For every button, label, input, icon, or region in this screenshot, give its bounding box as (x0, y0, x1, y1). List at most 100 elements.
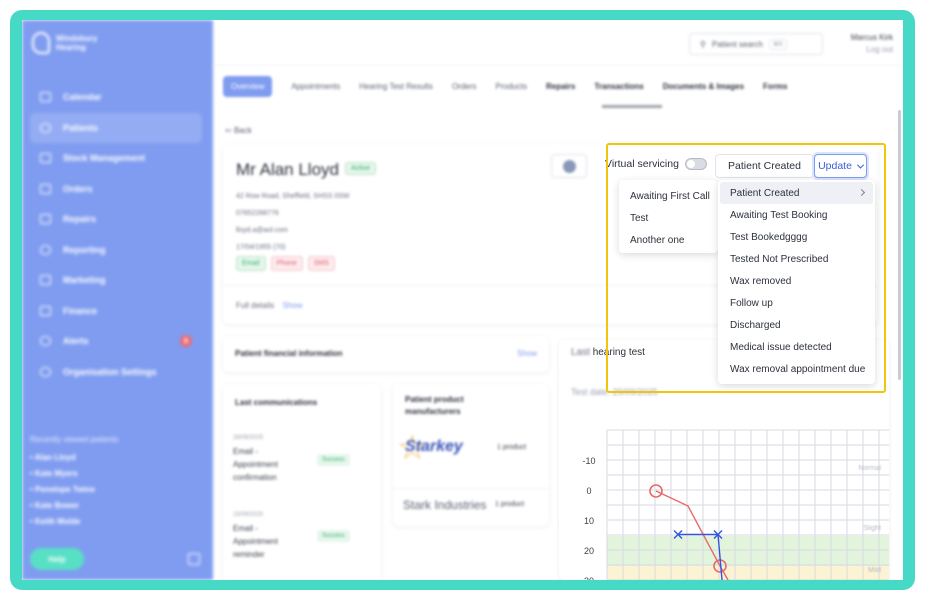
patient-tabs: Overview Appointments Hearing Test Resul… (223, 76, 788, 97)
sidebar-item-patients[interactable]: Patients (30, 112, 202, 143)
submenu-item[interactable]: Another one (619, 229, 718, 251)
sidebar-item-orders[interactable]: Orders (30, 174, 202, 205)
phone-preference-tag[interactable]: Phone (270, 256, 303, 271)
sidebar-item-alerts[interactable]: Alerts 6 (30, 326, 202, 357)
recent-patient-link[interactable]: • Penelope Twine (30, 482, 119, 498)
patient-dob: 17/04/1955 (70) (236, 244, 286, 251)
status-option[interactable]: Follow up (720, 292, 873, 314)
calendar-icon (40, 92, 51, 103)
update-status-button[interactable]: Update (814, 154, 867, 178)
back-label: Back (233, 126, 252, 135)
sidebar-item-finance[interactable]: Finance (30, 296, 202, 327)
status-option-label: Patient Created (730, 187, 800, 199)
chevron-down-icon (856, 161, 864, 169)
bell-icon (40, 336, 51, 347)
status-option[interactable]: Test Bookedgggg (720, 226, 873, 248)
y-tick-label: 10 (584, 516, 594, 526)
patient-status-badge: Active (345, 162, 377, 175)
tab-products[interactable]: Products (495, 82, 527, 91)
tab-transactions[interactable]: Transactions (594, 82, 643, 91)
y-tick-label: 30 (584, 576, 594, 580)
recent-patient-link[interactable]: • Kate Bower (30, 498, 119, 514)
submenu-item[interactable]: Awaiting First Call (619, 185, 718, 207)
back-link[interactable]: ⇦ Back (225, 126, 252, 135)
email-preference-tag[interactable]: Email (236, 256, 266, 271)
patient-name: Mr Alan Lloyd (236, 160, 339, 179)
band-label: Mild (868, 567, 881, 574)
sidebar-item-reporting[interactable]: Reporting (30, 235, 202, 266)
virtual-servicing-toggle[interactable] (684, 158, 707, 170)
communication-preferences: Email Phone SMS (236, 256, 335, 271)
brand-logo: Windsbury Hearing (32, 32, 97, 54)
page-scrollbar[interactable] (898, 110, 901, 380)
help-button[interactable]: Help (30, 548, 84, 570)
box-icon (40, 153, 51, 164)
tabs-scroll-indicator (602, 105, 662, 108)
communication-date: 28/09/2025 (233, 435, 264, 441)
sidebar-item-label: Orders (63, 183, 93, 194)
status-option[interactable]: Wax removal appointment due (720, 359, 873, 381)
full-details-show-link[interactable]: Show (282, 301, 302, 310)
recent-patient-link[interactable]: • Alan Lloyd (30, 450, 119, 466)
gear-icon (40, 366, 51, 377)
credit-card-icon (40, 305, 51, 316)
tab-forms[interactable]: Forms (763, 82, 787, 91)
wrench-icon (40, 214, 51, 225)
tab-overview[interactable]: Overview (223, 76, 273, 97)
brand-name-line1: Windsbury (56, 34, 98, 43)
app-window: Windsbury Hearing Calendar Patients Stoc… (22, 20, 903, 580)
manufacturer-product-count: 1 product (495, 501, 525, 508)
y-tick-label: -10 (582, 456, 595, 466)
device-sync-button[interactable] (551, 154, 587, 178)
y-tick-label: 0 (586, 486, 591, 496)
brand-name-line2: Hearing (56, 43, 86, 52)
product-manufacturers-card: Patient product manufacturers ☆ Starkey … (393, 384, 549, 526)
recent-patient-link[interactable]: • Keith Molde (30, 514, 119, 530)
submenu-item[interactable]: Test (619, 207, 718, 229)
sidebar-item-label: Reporting (63, 244, 106, 255)
recent-patient-link[interactable]: • Kate Myers (30, 466, 119, 482)
tab-documents-images[interactable]: Documents & Images (663, 82, 744, 91)
full-details-row: Full details Show (236, 301, 303, 310)
tab-appointments[interactable]: Appointments (291, 82, 340, 91)
sidebar-item-marketing[interactable]: Marketing (30, 265, 202, 296)
status-option[interactable]: Discharged (720, 315, 873, 337)
status-dropdown-menu: Patient Created Awaiting Test Booking Te… (718, 180, 875, 384)
sidebar-item-label: Marketing (63, 275, 106, 286)
patient-status-button[interactable]: Patient Created (715, 154, 814, 178)
patient-status-label: Patient Created (728, 160, 801, 172)
sidebar-item-label: Alerts (63, 336, 89, 347)
sidebar-item-label: Patients (63, 122, 99, 133)
status-option[interactable]: Tested Not Prescribed (720, 248, 873, 270)
user-name: Marcus Kirk (850, 33, 893, 42)
status-option[interactable]: Patient Created (720, 182, 873, 205)
financial-show-link[interactable]: Show (517, 349, 537, 358)
communication-text: Email - Appointment reminder (233, 524, 278, 559)
tab-repairs[interactable]: Repairs (546, 82, 575, 91)
status-submenu: Awaiting First Call Test Another one (619, 180, 718, 253)
user-menu[interactable]: Marcus Kirk Log out (851, 32, 893, 56)
band-label: Normal (858, 465, 881, 472)
logout-link[interactable]: Log out (851, 44, 893, 56)
search-icon: ⚲ (700, 39, 706, 49)
collapse-sidebar-icon[interactable] (188, 553, 200, 565)
status-option[interactable]: Awaiting Test Booking (720, 204, 873, 226)
patient-phone: 07652268776 (236, 210, 279, 217)
sidebar-item-calendar[interactable]: Calendar (30, 82, 202, 113)
status-option[interactable]: Wax removed (720, 270, 873, 292)
sidebar-item-repairs[interactable]: Repairs (30, 204, 202, 235)
sidebar-item-stock-management[interactable]: Stock Management (30, 143, 202, 174)
manufacturer-product-count: 1 product (497, 444, 527, 451)
chevron-right-icon (857, 188, 866, 197)
mail-icon (40, 275, 51, 286)
patient-search-input[interactable]: ⚲ Patient search ⌘K (689, 33, 823, 55)
search-shortcut: ⌘K (769, 38, 788, 50)
sms-preference-tag[interactable]: SMS (307, 256, 335, 271)
tab-hearing-test-results[interactable]: Hearing Test Results (359, 82, 433, 91)
sidebar-item-organisation-settings[interactable]: Organisation Settings (30, 357, 202, 388)
device-icon (562, 159, 576, 173)
recently-viewed-title: Recently viewed patients (30, 435, 119, 444)
status-option[interactable]: Medical issue detected (720, 337, 873, 359)
sidebar-item-label: Organisation Settings (63, 366, 157, 377)
tab-orders[interactable]: Orders (452, 82, 476, 91)
